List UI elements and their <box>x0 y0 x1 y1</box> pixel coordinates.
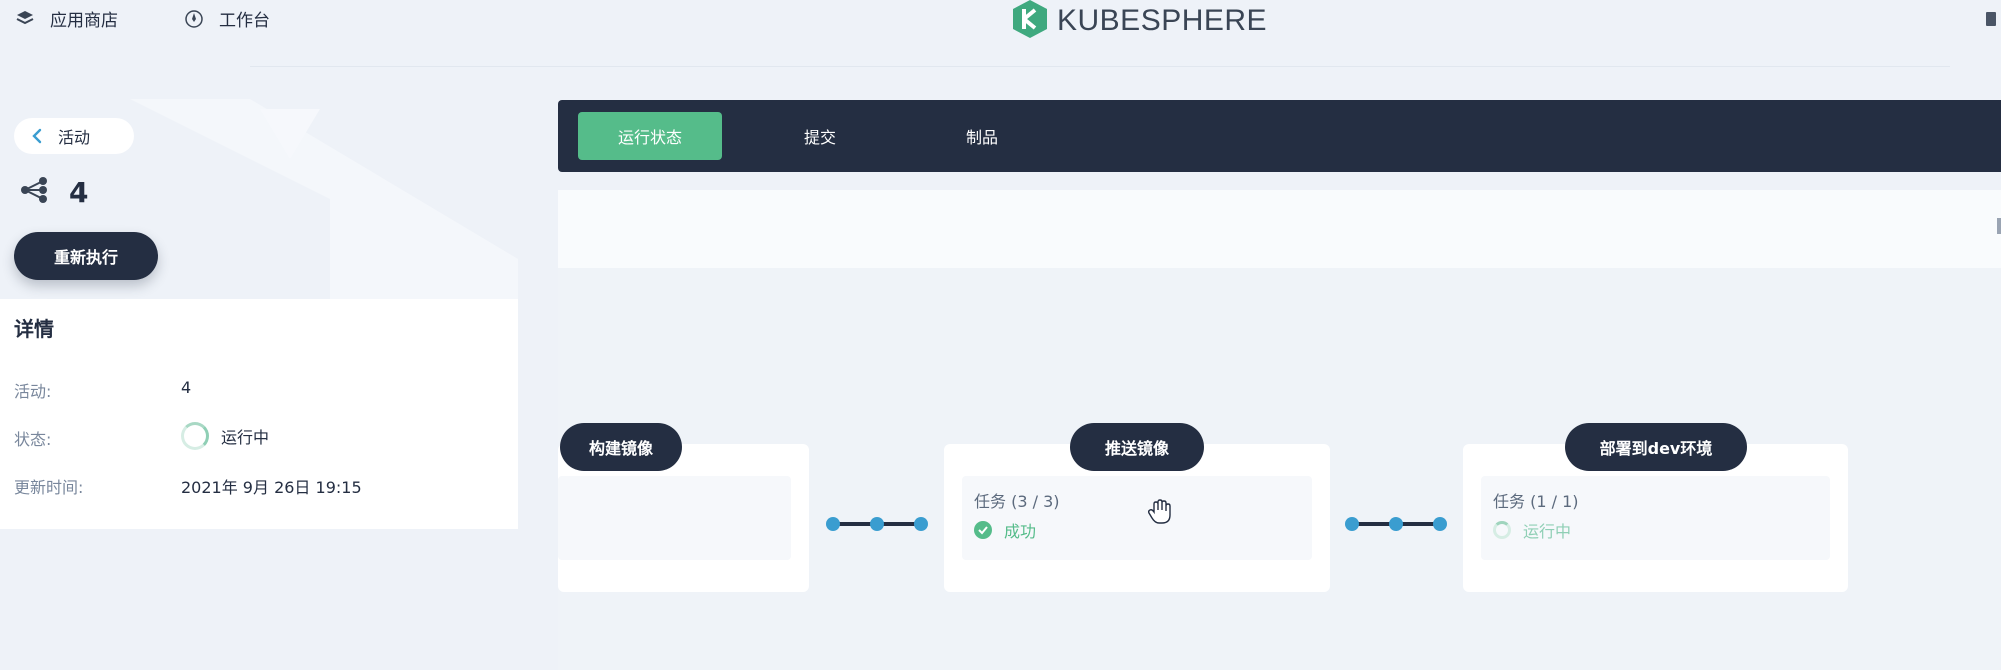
chevron-left-icon <box>32 128 42 144</box>
app-store-link[interactable]: 应用商店 <box>14 6 118 31</box>
updated-label: 更新时间: <box>14 478 84 497</box>
task-count: 任务 (3 / 3) <box>974 492 1060 511</box>
top-bar: 应用商店 工作台 KUBESPHERE <box>0 0 2001 44</box>
run-number: 4 <box>19 175 88 209</box>
rerun-button[interactable]: 重新执行 <box>14 232 158 280</box>
status-label: 状态: <box>14 430 52 449</box>
logo-text: KUBESPHERE <box>1057 4 1268 37</box>
pipeline-icon <box>19 175 49 209</box>
run-number-value: 4 <box>69 175 89 209</box>
status-text: 运行中 <box>221 428 270 447</box>
task-status-text: 运行中 <box>1523 522 1572 541</box>
user-menu-edge[interactable] <box>1986 12 1996 26</box>
stage-tasks <box>558 476 791 560</box>
kubesphere-logo[interactable]: KUBESPHERE <box>1011 0 1267 42</box>
stage-tasks: 任务 (3 / 3) 成功 <box>962 476 1312 560</box>
toolbar-edge-icon <box>1997 218 2001 234</box>
compass-icon <box>183 8 205 30</box>
pipeline-toolbar <box>558 190 2001 268</box>
kubesphere-logo-icon <box>1011 0 1049 43</box>
check-circle-icon <box>974 521 992 539</box>
stage-connector <box>1345 517 1447 531</box>
status-value: 运行中 <box>181 422 269 450</box>
hand-cursor-icon <box>1148 499 1171 524</box>
workbench-link[interactable]: 工作台 <box>183 6 270 31</box>
task-status-text: 成功 <box>1004 522 1037 541</box>
activity-value: 4 <box>181 378 192 397</box>
back-to-activity-button[interactable]: 活动 <box>14 118 134 154</box>
workbench-label: 工作台 <box>219 11 270 31</box>
task-count: 任务 (1 / 1) <box>1493 492 1579 511</box>
run-summary-panel: 活动 4 重新执行 详情 活动: 4 状态: 运行中 更新时间: 2021年 9… <box>0 99 518 529</box>
tab-artifacts[interactable]: 制品 <box>920 112 1044 160</box>
task-status: 成功 <box>974 518 1036 542</box>
spinner-icon <box>181 422 209 450</box>
layers-icon <box>14 8 36 30</box>
run-header: 活动 4 重新执行 <box>0 99 518 299</box>
tab-commits[interactable]: 提交 <box>758 112 882 160</box>
tab-run-status[interactable]: 运行状态 <box>578 112 722 160</box>
run-tabs: 运行状态 提交 制品 <box>558 100 2001 172</box>
updated-value: 2021年 9月 26日 19:15 <box>181 478 362 497</box>
app-store-label: 应用商店 <box>50 11 118 31</box>
activity-label: 活动: <box>14 382 52 401</box>
stage-title-build[interactable]: 构建镜像 <box>560 423 682 471</box>
stage-title-deploy[interactable]: 部署到dev环境 <box>1565 423 1747 471</box>
details-card: 详情 活动: 4 状态: 运行中 更新时间: 2021年 9月 26日 19:1… <box>0 299 518 529</box>
task-status: 运行中 <box>1493 518 1571 542</box>
background-decoration <box>130 99 518 299</box>
stage-title-push[interactable]: 推送镜像 <box>1070 423 1204 471</box>
top-divider <box>250 66 1950 67</box>
stage-connector <box>826 517 928 531</box>
back-label: 活动 <box>58 128 91 147</box>
spinner-icon <box>1493 521 1511 539</box>
stage-tasks: 任务 (1 / 1) 运行中 <box>1481 476 1830 560</box>
details-title: 详情 <box>14 317 54 341</box>
